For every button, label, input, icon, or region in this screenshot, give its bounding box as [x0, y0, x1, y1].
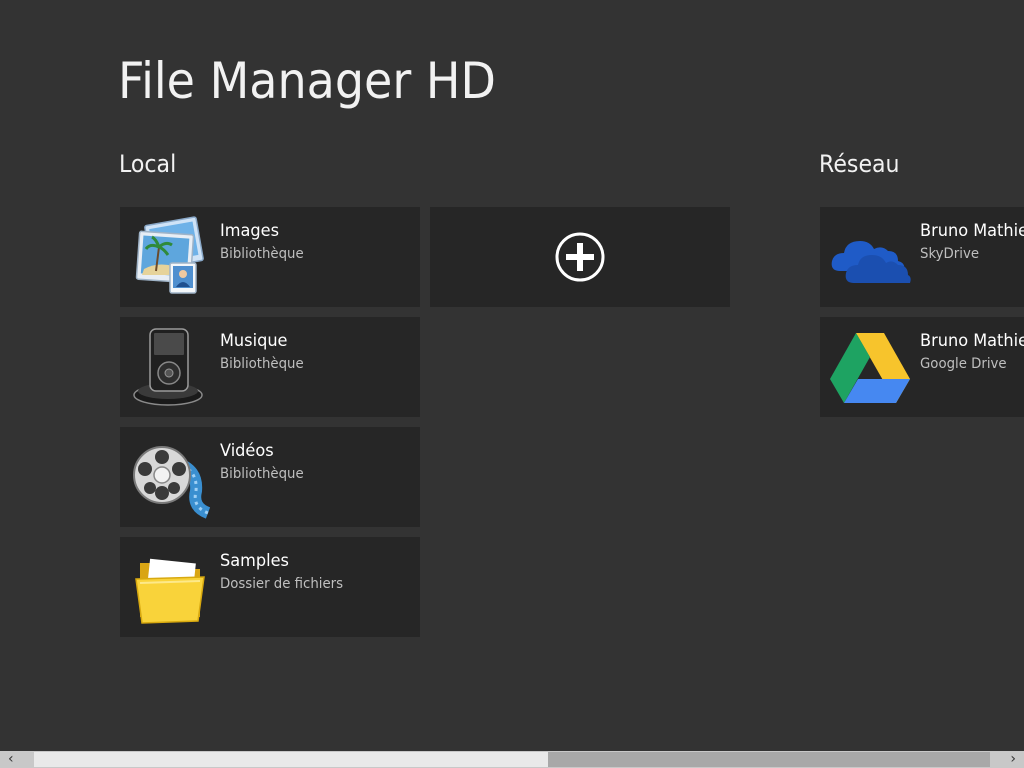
scroll-left-icon[interactable]: ‹ [0, 751, 34, 768]
film-reel-icon [126, 433, 214, 521]
tile-google-drive[interactable]: Bruno Mathieu Google Drive [820, 317, 1024, 417]
tile-skydrive[interactable]: Bruno Mathieu SkyDrive [820, 207, 1024, 307]
horizontal-scrollbar[interactable]: ‹ › [0, 751, 1024, 768]
app-root: File Manager HD Local Réseau Images Bibl… [0, 0, 1024, 768]
skydrive-cloud-icon [826, 213, 914, 301]
google-drive-icon [826, 323, 914, 411]
tile-images[interactable]: Images Bibliothèque [120, 207, 420, 307]
pictures-library-icon [126, 213, 214, 301]
tile-title: Samples [220, 551, 289, 571]
music-player-icon [126, 323, 214, 411]
scrollbar-track[interactable] [548, 752, 990, 767]
plus-circle-icon [555, 232, 605, 282]
tile-samples[interactable]: Samples Dossier de fichiers [120, 537, 420, 637]
tile-music[interactable]: Musique Bibliothèque [120, 317, 420, 417]
tile-title: Bruno Mathieu [920, 221, 1024, 241]
tile-title: Bruno Mathieu [920, 331, 1024, 351]
add-location-tile[interactable] [430, 207, 730, 307]
tile-subtitle: Google Drive [920, 356, 1007, 372]
app-title: File Manager HD [118, 52, 496, 110]
tile-title: Vidéos [220, 441, 274, 461]
tile-subtitle: Bibliothèque [220, 246, 304, 262]
tile-subtitle: Bibliothèque [220, 466, 304, 482]
tile-title: Images [220, 221, 280, 241]
tile-title: Musique [220, 331, 288, 351]
group-header-local[interactable]: Local [119, 148, 176, 180]
tile-videos[interactable]: Vidéos Bibliothèque [120, 427, 420, 527]
tile-subtitle: SkyDrive [920, 246, 980, 262]
scroll-right-icon[interactable]: › [990, 751, 1024, 768]
folder-icon [126, 543, 214, 631]
tile-subtitle: Bibliothèque [220, 356, 304, 372]
tile-subtitle: Dossier de fichiers [220, 576, 344, 592]
group-header-network[interactable]: Réseau [819, 148, 900, 180]
scrollbar-thumb[interactable] [34, 752, 548, 767]
